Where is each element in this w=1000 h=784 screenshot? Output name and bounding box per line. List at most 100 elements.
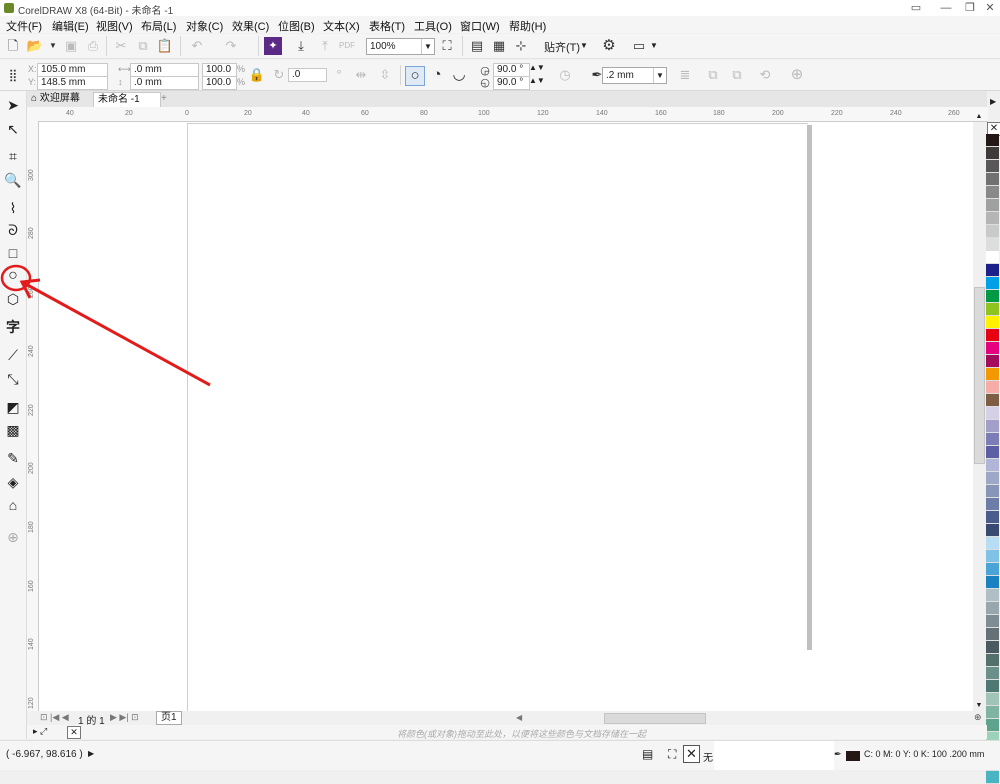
snap-to-menu[interactable]: 贴齐(T) [544,39,580,55]
minimize-button[interactable]: — [936,1,956,15]
color-swatch[interactable] [986,485,999,498]
save-icon[interactable]: ▣ [62,37,80,55]
page-nav-next-icons[interactable]: ▶ ▶| ⊡ [110,712,139,723]
undo-icon[interactable]: ↶ [188,37,206,55]
color-swatch[interactable] [986,381,999,394]
rotation-angle-field[interactable]: .0 [288,68,327,82]
shape-tool-icon[interactable]: ↖ [3,119,23,139]
zoom-fit-icon[interactable]: ⊕ [974,712,982,723]
to-front-icon[interactable]: ⧉ [704,66,722,84]
color-swatch[interactable] [986,706,999,719]
copy-icon[interactable]: ⧉ [134,37,152,55]
zoom-level-select[interactable]: 100% ▼ [366,38,435,55]
zoom-tool-icon[interactable]: 🔍 [3,170,23,190]
no-color-swatch[interactable]: ✕ [67,726,81,739]
color-swatch[interactable] [986,576,999,589]
color-swatch[interactable] [986,654,999,667]
crop-tool-icon[interactable]: ⌗ [3,146,23,166]
color-swatch[interactable] [986,693,999,706]
color-swatch[interactable] [986,355,999,368]
document-palette[interactable]: ▸ ⤢ ✕ 将颜色(或对象)拖动至此处，以便将这些颜色与文档存储在一起 [27,725,987,739]
smart-fill-tool-icon[interactable]: ⌂ [3,495,23,515]
print-icon[interactable]: ⎙ [84,37,102,55]
cut-icon[interactable]: ✂ [112,37,130,55]
color-swatch[interactable] [986,459,999,472]
color-swatch[interactable] [986,238,999,251]
wrap-text-icon[interactable]: ≣ [676,66,694,84]
color-swatch[interactable] [986,537,999,550]
menu-table[interactable]: 表格(T) [369,18,405,34]
color-swatch[interactable] [986,134,999,147]
scroll-down-icon[interactable]: ▼ [973,702,985,711]
arc-mode-icon[interactable]: ◡ [450,66,468,84]
color-swatch[interactable] [986,160,999,173]
color-swatch[interactable] [986,628,999,641]
application-launcher-icon[interactable]: ▭ [630,37,648,55]
color-swatch[interactable] [986,446,999,459]
color-swatch[interactable] [986,316,999,329]
angle-spinner[interactable]: ▲▼ [529,76,545,85]
color-swatch[interactable] [986,511,999,524]
options-gear-icon[interactable]: ⚙ [600,37,618,55]
color-swatch[interactable] [986,498,999,511]
tab-welcome-screen[interactable]: ⌂ 欢迎屏幕 [27,92,84,106]
color-swatch[interactable] [986,667,999,680]
convert-to-curves-icon[interactable]: ⟲ [756,66,774,84]
vertical-ruler[interactable]: 300 280 260 240 220 200 180 160 140 120 [27,121,39,711]
outline-width-select[interactable]: .2 mm ▼ [602,67,667,84]
paste-icon[interactable]: 📋 [156,37,174,55]
color-swatch[interactable] [986,589,999,602]
lock-ratio-icon[interactable]: 🔒 [248,66,266,84]
open-dropdown-icon[interactable]: ▼ [44,37,62,55]
color-swatch[interactable] [986,147,999,160]
menu-object[interactable]: 对象(C) [186,18,223,34]
vertical-scrollbar[interactable]: ▲ ▼ [973,113,985,712]
page-tab[interactable]: 页1 [156,711,182,725]
show-rulers-icon[interactable]: ▤ [468,37,486,55]
scale-width-field[interactable]: 100.0 [202,63,237,77]
horizontal-scroll-thumb[interactable] [604,713,706,724]
object-width-field[interactable]: .0 mm [130,63,199,77]
interactive-fill-tool-icon[interactable]: ◈ [3,472,23,492]
artistic-media-tool-icon[interactable]: ᘐ [3,220,23,240]
status-expand-icon[interactable]: ▶ [88,749,94,758]
show-grid-icon[interactable]: ▦ [490,37,508,55]
color-swatch[interactable] [986,329,999,342]
chevron-down-icon[interactable]: ▼ [580,41,588,50]
palette-expand-icon[interactable]: ▶ [990,97,996,106]
color-swatch[interactable] [986,433,999,446]
page-nav-icons[interactable]: ⊡ |◀ ◀ [40,712,69,723]
color-swatch[interactable] [986,186,999,199]
close-button[interactable]: ✕ [980,1,1000,15]
import-icon[interactable]: ⤓ [292,37,310,55]
add-tool-icon[interactable]: ⊕ [3,527,23,547]
scroll-left-icon[interactable]: ◀ [516,713,522,722]
menu-view[interactable]: 视图(V) [96,18,133,34]
menu-bitmaps[interactable]: 位图(B) [278,18,315,34]
menu-text[interactable]: 文本(X) [323,18,360,34]
drop-shadow-tool-icon[interactable]: ◩ [3,397,23,417]
color-swatch[interactable] [986,407,999,420]
object-origin-icon[interactable]: ⣿ [4,66,22,84]
change-direction-icon[interactable]: ◷ [556,66,574,84]
fill-none-swatch[interactable]: ✕ [683,745,700,763]
color-swatch[interactable] [986,342,999,355]
redo-icon[interactable]: ↷ [222,37,240,55]
y-position-field[interactable]: 148.5 mm [37,76,108,90]
chevron-down-icon[interactable]: ▼ [650,41,658,50]
color-swatch[interactable] [986,290,999,303]
add-icon[interactable]: ⊕ [788,66,806,84]
color-swatch[interactable] [986,524,999,537]
color-swatch[interactable] [986,420,999,433]
ruler-origin[interactable] [27,107,38,121]
horizontal-ruler[interactable]: 40 20 0 20 40 60 80 100 120 140 160 180 … [38,107,988,122]
transparency-tool-icon[interactable]: ▩ [3,420,23,440]
menu-effects[interactable]: 效果(C) [232,18,269,34]
color-swatch[interactable] [986,641,999,654]
publish-pdf-icon[interactable]: PDF [338,37,356,55]
scale-height-field[interactable]: 100.0 [202,76,237,90]
eyedropper-tool-icon[interactable]: ✎ [3,448,23,468]
tab-document[interactable]: 未命名 -1 [93,92,161,107]
color-swatch[interactable] [986,394,999,407]
document-page[interactable] [187,123,808,714]
